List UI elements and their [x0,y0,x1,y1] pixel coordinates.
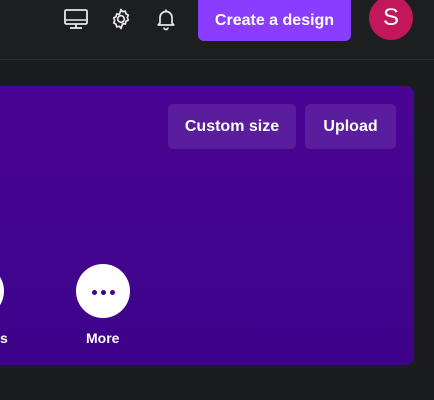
avatar[interactable]: S [369,0,413,40]
custom-size-button[interactable]: Custom size [168,104,296,149]
upload-button[interactable]: Upload [305,104,396,149]
desktop-icon[interactable] [62,5,90,33]
more-dots-icon [90,282,117,300]
hero-banner: Custom size Upload s More [0,86,414,365]
more-button[interactable] [76,264,130,318]
bell-icon[interactable] [152,5,180,33]
create-design-button[interactable]: Create a design [198,0,351,41]
avatar-initial: S [382,4,399,31]
gear-icon[interactable] [107,5,135,33]
top-bar: Create a design S [0,0,434,60]
quick-action-label-more: More [86,330,120,346]
partial-circle-icon[interactable] [0,264,4,318]
quick-action-label-partial: s [0,330,8,346]
